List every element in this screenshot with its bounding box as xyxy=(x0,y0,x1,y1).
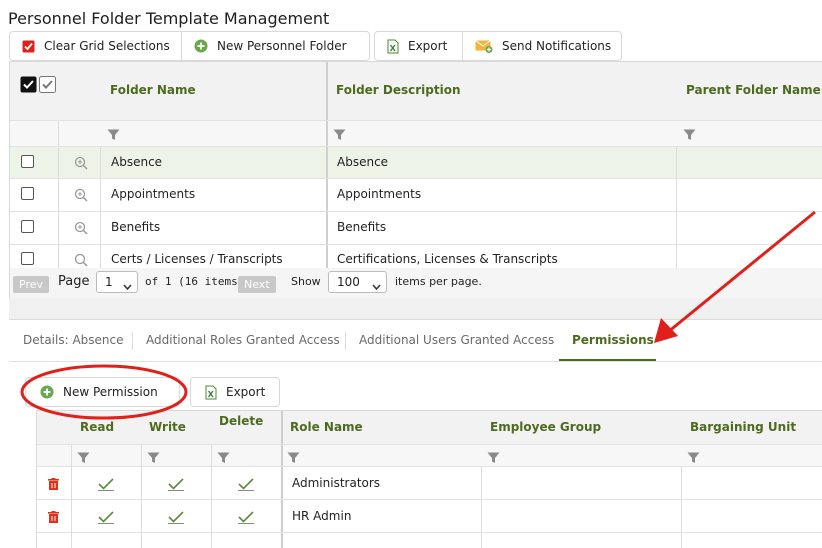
page-count-text: of 1 (16 items) xyxy=(145,275,245,288)
new-permission-button[interactable]: New Permission xyxy=(25,377,180,407)
zoom-icon[interactable] xyxy=(74,220,88,239)
folder-description-cell: Certifications, Licenses & Transcripts xyxy=(337,252,558,266)
new-personnel-folder-button[interactable]: New Personnel Folder xyxy=(182,32,369,60)
excel-icon xyxy=(387,39,399,54)
table-row[interactable]: Appointments Appointments xyxy=(10,178,822,211)
delete-icon[interactable] xyxy=(48,508,59,527)
tab-additional-users[interactable]: Additional Users Granted Access xyxy=(359,333,554,347)
main-toolbar: Clear Grid Selections New Personnel Fold… xyxy=(9,31,370,61)
tab-additional-roles[interactable]: Additional Roles Granted Access xyxy=(146,333,340,347)
filter-icon[interactable] xyxy=(683,126,696,145)
page-select[interactable]: 1 xyxy=(96,271,138,293)
delete-header[interactable]: Delete xyxy=(219,414,263,428)
write-check-icon[interactable] xyxy=(168,509,184,528)
section-divider xyxy=(9,298,822,320)
plus-circle-icon xyxy=(40,385,54,399)
clear-grid-selections-button[interactable]: Clear Grid Selections xyxy=(10,32,182,60)
permissions-export-button[interactable]: Export xyxy=(190,377,280,407)
table-row[interactable]: Certs / Licenses / Transcripts Certifica… xyxy=(10,244,822,269)
folder-grid: Folder Name Folder Description Parent Fo… xyxy=(9,61,822,269)
row-checkbox[interactable] xyxy=(21,155,34,168)
chevron-down-icon xyxy=(372,279,381,293)
select-page-checkbox-icon[interactable] xyxy=(39,76,56,97)
show-label: Show xyxy=(291,275,321,288)
write-header[interactable]: Write xyxy=(149,420,186,434)
tab-details[interactable]: Details: Absence xyxy=(23,333,124,347)
filter-icon[interactable] xyxy=(107,126,120,145)
send-notifications-button[interactable]: Send Notifications xyxy=(463,32,621,60)
delete-check-icon[interactable] xyxy=(238,509,254,528)
permissions-grid: Read Write Delete Role Name Employee Gro… xyxy=(36,410,822,548)
excel-icon xyxy=(205,385,217,400)
tab-permissions[interactable]: Permissions xyxy=(572,333,654,347)
row-checkbox[interactable] xyxy=(21,220,34,233)
table-row[interactable]: HR Admin xyxy=(37,499,822,532)
zoom-icon[interactable] xyxy=(74,252,88,269)
table-row[interactable]: Benefits Benefits xyxy=(10,211,822,244)
employee-group-header[interactable]: Employee Group xyxy=(490,420,601,434)
row-checkbox[interactable] xyxy=(21,252,34,265)
folder-name-header[interactable]: Folder Name xyxy=(110,83,196,97)
select-all-checkbox-icon[interactable] xyxy=(20,76,37,97)
folder-name-cell: Benefits xyxy=(111,220,161,234)
delete-check-icon[interactable] xyxy=(238,476,254,495)
items-per-page-label: items per page. xyxy=(395,275,482,288)
write-check-icon[interactable] xyxy=(168,476,184,495)
zoom-icon[interactable] xyxy=(74,187,88,206)
folder-name-cell: Certs / Licenses / Transcripts xyxy=(111,252,283,266)
role-name-cell: Administrators xyxy=(292,476,381,490)
role-name-header[interactable]: Role Name xyxy=(290,420,363,434)
bargaining-unit-header[interactable]: Bargaining Unit xyxy=(690,420,796,434)
folder-description-cell: Absence xyxy=(337,155,389,169)
detail-tabs: Details: Absence Additional Roles Grante… xyxy=(9,322,822,362)
read-header[interactable]: Read xyxy=(80,420,114,434)
folder-name-cell: Absence xyxy=(111,155,163,169)
role-name-cell: HR Admin xyxy=(292,509,352,523)
next-page-button[interactable]: Next xyxy=(238,276,276,293)
chevron-down-icon xyxy=(123,279,132,293)
row-checkbox[interactable] xyxy=(21,187,34,200)
folder-name-cell: Appointments xyxy=(111,187,196,201)
page-title: Personnel Folder Template Management xyxy=(8,9,330,28)
filter-icon[interactable] xyxy=(333,126,346,145)
prev-page-button[interactable]: Prev xyxy=(13,276,49,293)
table-row[interactable]: Administrators xyxy=(37,466,822,499)
folder-description-header[interactable]: Folder Description xyxy=(336,83,461,97)
items-per-page-select[interactable]: 100 xyxy=(328,271,387,293)
delete-icon[interactable] xyxy=(48,475,59,494)
page-label: Page xyxy=(58,274,90,289)
checkbox-checked-icon xyxy=(22,40,35,53)
parent-folder-header[interactable]: Parent Folder Name xyxy=(686,83,821,97)
envelope-add-icon xyxy=(475,39,493,53)
export-button[interactable]: Export xyxy=(375,32,463,60)
export-toolbar: Export Send Notifications xyxy=(374,31,622,61)
table-row[interactable]: Absence Absence xyxy=(10,146,822,178)
active-tab-underline xyxy=(559,359,656,361)
read-check-icon[interactable] xyxy=(98,476,114,495)
folder-description-cell: Appointments xyxy=(337,187,422,201)
read-check-icon[interactable] xyxy=(98,509,114,528)
zoom-icon[interactable] xyxy=(74,155,88,174)
pager: Prev Page 1 of 1 (16 items) Next Show 10… xyxy=(9,268,822,298)
plus-circle-icon xyxy=(194,39,208,53)
folder-description-cell: Benefits xyxy=(337,220,387,234)
